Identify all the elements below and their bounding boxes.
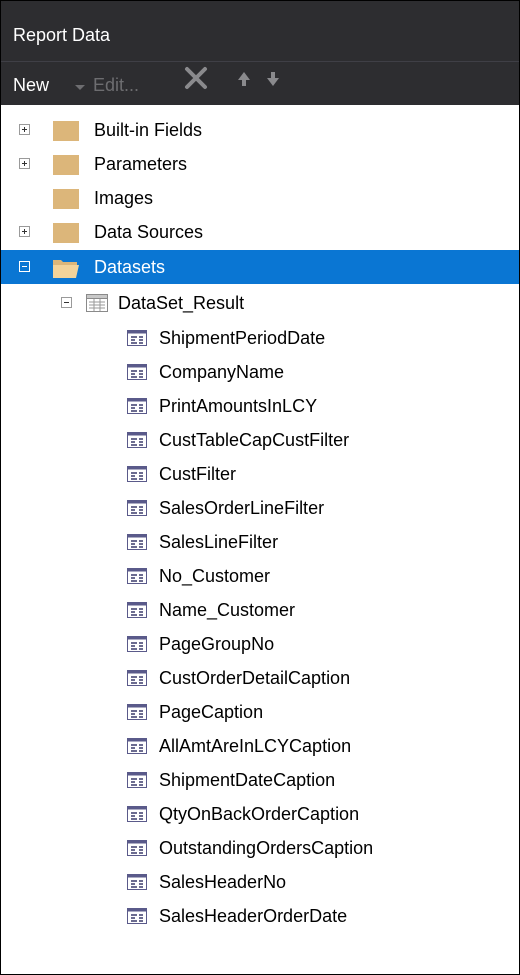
report-data-panel: Report Data New Edit... Built-in Fields …	[0, 0, 520, 975]
tree-node-label: Data Sources	[94, 222, 204, 242]
edit-button[interactable]: Edit...	[93, 75, 139, 96]
tree-node-field[interactable]: SalesHeaderNo	[1, 865, 519, 899]
folder-icon	[53, 121, 79, 141]
tree-node-label: QtyOnBackOrderCaption	[159, 804, 360, 824]
move-up-icon[interactable]	[234, 69, 254, 89]
tree-node-field[interactable]: CompanyName	[1, 355, 519, 389]
tree-node-label: CustOrderDetailCaption	[159, 668, 351, 688]
tree-node-field[interactable]: No_Customer	[1, 559, 519, 593]
field-icon	[127, 670, 147, 686]
tree-node-field[interactable]: PrintAmountsInLCY	[1, 389, 519, 423]
tree-node-field[interactable]: ShipmentPeriodDate	[1, 321, 519, 355]
field-icon	[127, 466, 147, 482]
tree-node-parameters[interactable]: Parameters	[1, 147, 519, 181]
field-icon	[127, 534, 147, 550]
tree-node-datasets[interactable]: Datasets	[1, 250, 519, 284]
collapse-icon[interactable]	[61, 297, 72, 308]
dataset-icon	[86, 294, 108, 312]
tree-node-field[interactable]: Name_Customer	[1, 593, 519, 627]
tree-node-label: AllAmtAreInLCYCaption	[159, 736, 352, 756]
delete-icon[interactable]	[183, 65, 209, 91]
field-icon	[127, 738, 147, 754]
tree-node-label: ShipmentPeriodDate	[159, 328, 326, 348]
field-icon	[127, 364, 147, 380]
folder-icon	[53, 189, 79, 209]
tree-node-label: CustFilter	[159, 464, 237, 484]
open-folder-icon	[53, 260, 79, 278]
folder-icon	[53, 155, 79, 175]
tree-node-field[interactable]: SalesHeaderOrderDate	[1, 899, 519, 933]
field-icon	[127, 840, 147, 856]
tree-node-label: SalesHeaderNo	[159, 872, 287, 892]
tree-node-label: Name_Customer	[159, 600, 296, 620]
tree-node-data-sources[interactable]: Data Sources	[1, 215, 519, 249]
field-icon	[127, 330, 147, 346]
tree-node-field[interactable]: SalesOrderLineFilter	[1, 491, 519, 525]
tree-node-images[interactable]: Images	[1, 181, 519, 215]
tree-node-field[interactable]: AllAmtAreInLCYCaption	[1, 729, 519, 763]
field-icon	[127, 908, 147, 924]
field-icon	[127, 806, 147, 822]
tree-node-label: ShipmentDateCaption	[159, 770, 336, 790]
panel-titlebar: Report Data	[1, 1, 519, 61]
tree-node-label: CompanyName	[159, 362, 285, 382]
tree-node-field[interactable]: ShipmentDateCaption	[1, 763, 519, 797]
tree-node-label: Built-in Fields	[94, 120, 203, 140]
tree-node-field[interactable]: CustFilter	[1, 457, 519, 491]
tree-node-field[interactable]: CustOrderDetailCaption	[1, 661, 519, 695]
tree-node-label: Images	[94, 188, 154, 208]
tree-node-label: Datasets	[94, 257, 166, 277]
tree-node-label: PageCaption	[159, 702, 264, 722]
field-icon	[127, 568, 147, 584]
field-icon	[127, 602, 147, 618]
tree-node-field[interactable]: SalesLineFilter	[1, 525, 519, 559]
tree-node-label: PrintAmountsInLCY	[159, 396, 318, 416]
folder-icon	[53, 223, 79, 243]
field-icon	[127, 704, 147, 720]
tree-node-label: OutstandingOrdersCaption	[159, 838, 374, 858]
tree-node-field[interactable]: PageGroupNo	[1, 627, 519, 661]
tree-node-builtin-fields[interactable]: Built-in Fields	[1, 113, 519, 147]
tree-node-label: Parameters	[94, 154, 188, 174]
field-icon	[127, 874, 147, 890]
expand-icon[interactable]	[19, 124, 30, 135]
expand-icon[interactable]	[19, 226, 30, 237]
field-icon	[127, 636, 147, 652]
tree-node-label: SalesHeaderOrderDate	[159, 906, 348, 926]
tree-node-label: No_Customer	[159, 566, 271, 586]
tree-node-label: SalesOrderLineFilter	[159, 498, 325, 518]
tree-node-field[interactable]: QtyOnBackOrderCaption	[1, 797, 519, 831]
collapse-icon[interactable]	[19, 261, 30, 272]
tree-node-label: PageGroupNo	[159, 634, 275, 654]
field-icon	[127, 772, 147, 788]
tree-node-label: DataSet_Result	[118, 293, 245, 313]
panel-title: Report Data	[13, 25, 111, 45]
field-icon	[127, 432, 147, 448]
new-button[interactable]: New	[13, 75, 49, 96]
move-down-icon[interactable]	[263, 69, 283, 89]
new-dropdown-icon[interactable]	[75, 85, 85, 90]
field-icon	[127, 500, 147, 516]
toolbar: New Edit...	[1, 61, 519, 105]
tree-node-field[interactable]: CustTableCapCustFilter	[1, 423, 519, 457]
field-icon	[127, 398, 147, 414]
tree-node-dataset-result[interactable]: DataSet_Result	[1, 286, 519, 320]
tree-node-label: SalesLineFilter	[159, 532, 279, 552]
tree-node-field[interactable]: OutstandingOrdersCaption	[1, 831, 519, 865]
expand-icon[interactable]	[19, 158, 30, 169]
tree-node-label: CustTableCapCustFilter	[159, 430, 350, 450]
tree-node-field[interactable]: PageCaption	[1, 695, 519, 729]
